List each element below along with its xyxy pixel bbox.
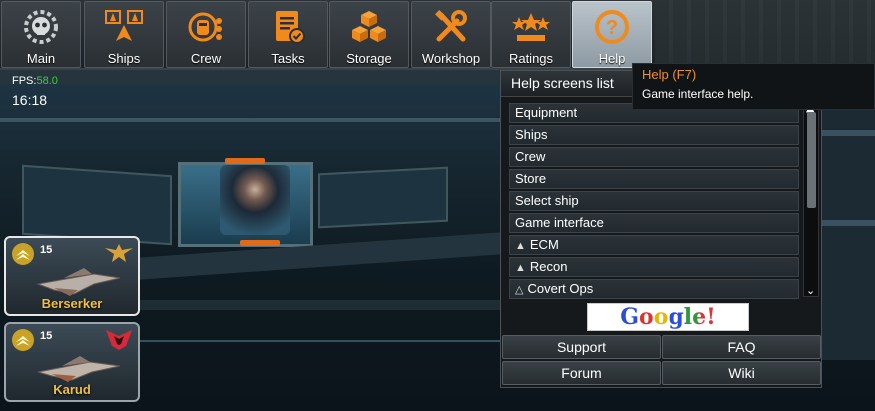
help-panel: Help screens list Equipment Ships Crew S… bbox=[500, 70, 822, 388]
help-item-crew[interactable]: Crew bbox=[509, 147, 799, 167]
help-item-label: Select ship bbox=[515, 193, 579, 208]
help-item-recon[interactable]: ▲ Recon bbox=[509, 257, 799, 277]
tab-crew[interactable]: Crew bbox=[166, 1, 246, 68]
tab-help[interactable]: ? Help bbox=[572, 1, 652, 68]
pilot-portrait bbox=[220, 165, 290, 235]
fps-counter: FPS:58.0 bbox=[12, 75, 58, 87]
crew-icon bbox=[186, 7, 226, 47]
help-item-label: Game interface bbox=[515, 215, 604, 230]
google-search-button[interactable]: Google! bbox=[587, 303, 749, 331]
scroll-down-icon[interactable]: ⌄ bbox=[806, 285, 815, 296]
help-item-label: Recon bbox=[529, 259, 568, 274]
tooltip-title: Help (F7) bbox=[642, 67, 697, 82]
tab-ships[interactable]: Ships bbox=[84, 1, 164, 68]
skull-gear-icon bbox=[21, 7, 61, 47]
tab-help-label: Help bbox=[598, 51, 626, 66]
help-item-select-ship[interactable]: Select ship bbox=[509, 191, 799, 211]
tab-storage[interactable]: Storage bbox=[329, 1, 409, 68]
tab-crew-label: Crew bbox=[190, 51, 222, 66]
help-tooltip: Help (F7) Game interface help. bbox=[632, 63, 875, 110]
rank-chevron-icon bbox=[10, 328, 36, 352]
tab-ships-label: Ships bbox=[107, 51, 141, 66]
ship-name: Berserker bbox=[41, 296, 103, 311]
google-logo: Google! bbox=[620, 304, 716, 330]
ship-name: Karud bbox=[53, 382, 91, 397]
ship-image bbox=[34, 350, 121, 382]
tooltip-text: Game interface help. bbox=[642, 87, 754, 101]
ship-card-karud[interactable]: 15 Karud bbox=[4, 322, 140, 402]
fps-label: FPS: bbox=[12, 75, 37, 87]
svg-text:?: ? bbox=[606, 17, 618, 39]
tab-main[interactable]: Main bbox=[1, 1, 81, 68]
help-item-label: Ships bbox=[515, 127, 548, 142]
tasks-icon bbox=[268, 7, 308, 47]
fps-value: 58.0 bbox=[36, 75, 58, 87]
tab-ratings-label: Ratings bbox=[508, 51, 554, 66]
help-item-label: Crew bbox=[515, 149, 546, 164]
help-item-label: Store bbox=[515, 171, 547, 186]
ship-level: 15 bbox=[40, 330, 53, 342]
decorative-panel bbox=[655, 0, 875, 68]
help-item-covert-ops[interactable]: △ Covert Ops bbox=[509, 279, 799, 299]
help-item-store[interactable]: Store bbox=[509, 169, 799, 189]
help-item-ecm[interactable]: ▲ ECM bbox=[509, 235, 799, 255]
help-item-game-interface[interactable]: Game interface bbox=[509, 213, 799, 233]
game-clock: 16:18 bbox=[12, 92, 48, 108]
help-item-label: ECM bbox=[529, 237, 559, 252]
tab-tasks-label: Tasks bbox=[271, 51, 305, 66]
rank-chevron-icon bbox=[10, 242, 36, 266]
support-button[interactable]: Support bbox=[502, 335, 661, 359]
storage-crates-icon bbox=[349, 7, 389, 47]
faq-button[interactable]: FAQ bbox=[662, 335, 821, 359]
tab-tasks[interactable]: Tasks bbox=[248, 1, 328, 68]
triangle-icon: ▲ bbox=[515, 240, 526, 252]
tab-ratings[interactable]: Ratings bbox=[491, 1, 571, 68]
help-panel-title: Help screens list bbox=[511, 75, 614, 91]
workshop-tools-icon bbox=[431, 7, 471, 47]
scrollbar-thumb[interactable] bbox=[807, 112, 816, 208]
ships-icon bbox=[104, 7, 144, 47]
triangle-outline-icon: △ bbox=[515, 284, 524, 296]
tab-workshop-label: Workshop bbox=[421, 51, 481, 66]
eagle-emblem-icon bbox=[104, 240, 134, 266]
top-nav-bar: Main Ships Crew Tasks Storage Workshop R… bbox=[0, 0, 875, 70]
help-item-ships[interactable]: Ships bbox=[509, 125, 799, 145]
red-chevron-emblem-icon bbox=[104, 326, 134, 352]
forum-button[interactable]: Forum bbox=[502, 361, 661, 385]
tab-main-label: Main bbox=[26, 51, 56, 66]
ship-card-berserker[interactable]: 15 Berserker bbox=[4, 236, 140, 316]
help-item-label: Covert Ops bbox=[527, 281, 594, 296]
help-list-scrollbar[interactable]: ▲ ⌄ bbox=[803, 102, 819, 297]
tab-storage-label: Storage bbox=[346, 51, 392, 66]
ship-image bbox=[34, 264, 121, 296]
help-question-icon: ? bbox=[592, 7, 632, 47]
help-item-label: Equipment bbox=[515, 105, 578, 120]
ship-level: 15 bbox=[40, 244, 53, 256]
help-screens-list: Equipment Ships Crew Store Select ship G… bbox=[509, 103, 799, 301]
triangle-icon: ▲ bbox=[515, 262, 526, 274]
ratings-stars-icon bbox=[511, 7, 551, 47]
tab-workshop[interactable]: Workshop bbox=[411, 1, 491, 68]
wiki-button[interactable]: Wiki bbox=[662, 361, 821, 385]
